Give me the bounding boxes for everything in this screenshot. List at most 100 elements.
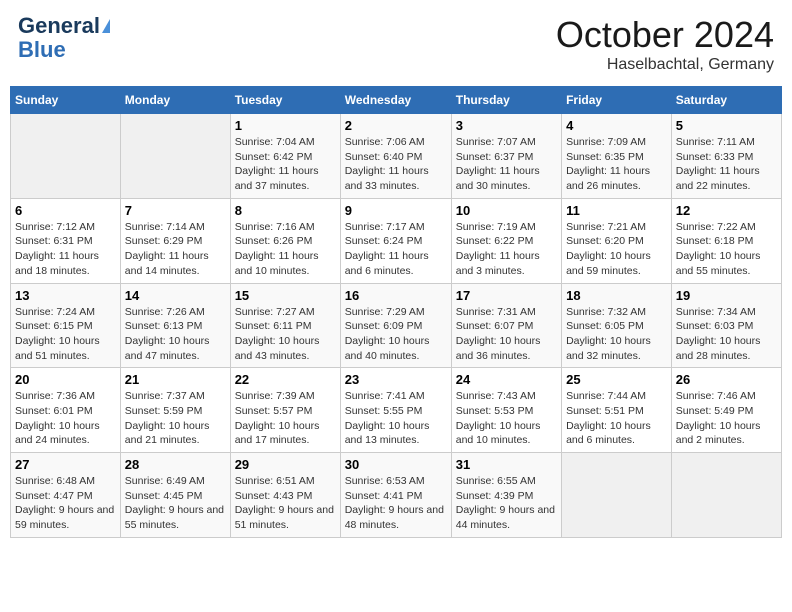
table-row: 23 Sunrise: 7:41 AM Sunset: 5:55 PM Dayli… [340,368,451,453]
day-number: 12 [676,203,777,218]
day-number: 13 [15,288,116,303]
day-info: Sunrise: 7:27 AM Sunset: 6:11 PM Dayligh… [235,305,336,364]
day-number: 27 [15,457,116,472]
table-row: 10Sunrise: 7:19 AM Sunset: 6:22 PM Dayli… [451,198,561,283]
table-row: 14 Sunrise: 7:26 AM Sunset: 6:13 PM Dayli… [120,283,230,368]
day-info: Sunrise: 7:29 AM Sunset: 6:09 PM Dayligh… [345,305,447,364]
logo: General Blue [18,14,110,62]
day-info: Sunrise: 7:36 AM Sunset: 6:01 PM Dayligh… [15,389,116,448]
day-info: Sunrise: 7:26 AM Sunset: 6:13 PM Dayligh… [125,305,226,364]
title-block: October 2024 Haselbachtal, Germany [556,14,774,74]
table-row: 12 Sunrise: 7:22 AM Sunset: 6:18 PM Dayli… [671,198,781,283]
table-row: 11Sunrise: 7:21 AM Sunset: 6:20 PM Dayli… [562,198,672,283]
day-info: Sunrise: 7:06 AM Sunset: 6:40 PM Dayligh… [345,135,447,194]
logo-line1: General [18,14,100,38]
day-number: 17 [456,288,557,303]
day-number: 19 [676,288,777,303]
table-row: 22 Sunrise: 7:39 AM Sunset: 5:57 PM Dayli… [230,368,340,453]
calendar-week-row: 20 Sunrise: 7:36 AM Sunset: 6:01 PM Dayli… [11,368,782,453]
day-number: 20 [15,372,116,387]
day-info: Sunrise: 7:24 AM Sunset: 6:15 PM Dayligh… [15,305,116,364]
table-row [671,453,781,538]
day-info: Sunrise: 7:22 AM Sunset: 6:18 PM Dayligh… [676,220,777,279]
table-row: 24Sunrise: 7:43 AM Sunset: 5:53 PM Dayli… [451,368,561,453]
table-row: 1 Sunrise: 7:04 AM Sunset: 6:42 PM Daylig… [230,114,340,199]
day-number: 7 [125,203,226,218]
table-row: 8 Sunrise: 7:16 AM Sunset: 6:26 PM Daylig… [230,198,340,283]
table-row [11,114,121,199]
day-number: 16 [345,288,447,303]
day-info: Sunrise: 7:16 AM Sunset: 6:26 PM Dayligh… [235,220,336,279]
day-info: Sunrise: 6:53 AM Sunset: 4:41 PM Dayligh… [345,474,447,533]
table-row: 19Sunrise: 7:34 AM Sunset: 6:03 PM Dayli… [671,283,781,368]
col-monday: Monday [120,87,230,114]
table-row: 18 Sunrise: 7:32 AM Sunset: 6:05 PM Dayli… [562,283,672,368]
calendar-table: Sunday Monday Tuesday Wednesday Thursday… [10,86,782,538]
day-number: 30 [345,457,447,472]
day-info: Sunrise: 7:04 AM Sunset: 6:42 PM Dayligh… [235,135,336,194]
day-number: 26 [676,372,777,387]
day-number: 23 [345,372,447,387]
table-row: 17Sunrise: 7:31 AM Sunset: 6:07 PM Dayli… [451,283,561,368]
month-title: October 2024 [556,14,774,56]
day-number: 28 [125,457,226,472]
day-number: 2 [345,118,447,133]
calendar-week-row: 13 Sunrise: 7:24 AM Sunset: 6:15 PM Dayli… [11,283,782,368]
calendar-week-row: 6 Sunrise: 7:12 AM Sunset: 6:31 PM Daylig… [11,198,782,283]
day-number: 14 [125,288,226,303]
logo-triangle-icon [102,19,110,33]
day-number: 15 [235,288,336,303]
table-row: 29 Sunrise: 6:51 AM Sunset: 4:43 PM Dayli… [230,453,340,538]
day-number: 4 [566,118,667,133]
day-info: Sunrise: 7:12 AM Sunset: 6:31 PM Dayligh… [15,220,116,279]
day-number: 31 [456,457,557,472]
day-info: Sunrise: 7:21 AM Sunset: 6:20 PM Dayligh… [566,220,667,279]
day-info: Sunrise: 7:07 AM Sunset: 6:37 PM Dayligh… [456,135,557,194]
day-number: 29 [235,457,336,472]
table-row [562,453,672,538]
day-number: 5 [676,118,777,133]
day-info: Sunrise: 7:39 AM Sunset: 5:57 PM Dayligh… [235,389,336,448]
day-info: Sunrise: 7:41 AM Sunset: 5:55 PM Dayligh… [345,389,447,448]
day-number: 6 [15,203,116,218]
table-row: 6 Sunrise: 7:12 AM Sunset: 6:31 PM Daylig… [11,198,121,283]
col-thursday: Thursday [451,87,561,114]
table-row: 13 Sunrise: 7:24 AM Sunset: 6:15 PM Dayli… [11,283,121,368]
day-info: Sunrise: 7:09 AM Sunset: 6:35 PM Dayligh… [566,135,667,194]
table-row: 4 Sunrise: 7:09 AM Sunset: 6:35 PM Daylig… [562,114,672,199]
table-row: 3Sunrise: 7:07 AM Sunset: 6:37 PM Daylig… [451,114,561,199]
day-number: 21 [125,372,226,387]
location-title: Haselbachtal, Germany [556,56,774,74]
table-row: 28 Sunrise: 6:49 AM Sunset: 4:45 PM Dayli… [120,453,230,538]
table-row: 31Sunrise: 6:55 AM Sunset: 4:39 PM Dayli… [451,453,561,538]
day-info: Sunrise: 7:44 AM Sunset: 5:51 PM Dayligh… [566,389,667,448]
day-info: Sunrise: 7:11 AM Sunset: 6:33 PM Dayligh… [676,135,777,194]
col-friday: Friday [562,87,672,114]
day-info: Sunrise: 6:51 AM Sunset: 4:43 PM Dayligh… [235,474,336,533]
day-number: 22 [235,372,336,387]
day-info: Sunrise: 7:37 AM Sunset: 5:59 PM Dayligh… [125,389,226,448]
table-row: 20 Sunrise: 7:36 AM Sunset: 6:01 PM Dayli… [11,368,121,453]
col-sunday: Sunday [11,87,121,114]
day-number: 1 [235,118,336,133]
table-row: 5 Sunrise: 7:11 AM Sunset: 6:33 PM Daylig… [671,114,781,199]
day-number: 25 [566,372,667,387]
day-number: 18 [566,288,667,303]
table-row: 21 Sunrise: 7:37 AM Sunset: 5:59 PM Dayli… [120,368,230,453]
table-row: 30 Sunrise: 6:53 AM Sunset: 4:41 PM Dayli… [340,453,451,538]
col-wednesday: Wednesday [340,87,451,114]
col-tuesday: Tuesday [230,87,340,114]
table-row: 7Sunrise: 7:14 AM Sunset: 6:29 PM Daylig… [120,198,230,283]
table-row: 25 Sunrise: 7:44 AM Sunset: 5:51 PM Dayli… [562,368,672,453]
col-saturday: Saturday [671,87,781,114]
table-row: 15 Sunrise: 7:27 AM Sunset: 6:11 PM Dayli… [230,283,340,368]
day-info: Sunrise: 7:46 AM Sunset: 5:49 PM Dayligh… [676,389,777,448]
day-info: Sunrise: 7:32 AM Sunset: 6:05 PM Dayligh… [566,305,667,364]
table-row [120,114,230,199]
day-number: 8 [235,203,336,218]
table-row: 26 Sunrise: 7:46 AM Sunset: 5:49 PM Dayli… [671,368,781,453]
day-info: Sunrise: 7:17 AM Sunset: 6:24 PM Dayligh… [345,220,447,279]
day-info: Sunrise: 7:43 AM Sunset: 5:53 PM Dayligh… [456,389,557,448]
day-info: Sunrise: 6:49 AM Sunset: 4:45 PM Dayligh… [125,474,226,533]
day-info: Sunrise: 6:48 AM Sunset: 4:47 PM Dayligh… [15,474,116,533]
